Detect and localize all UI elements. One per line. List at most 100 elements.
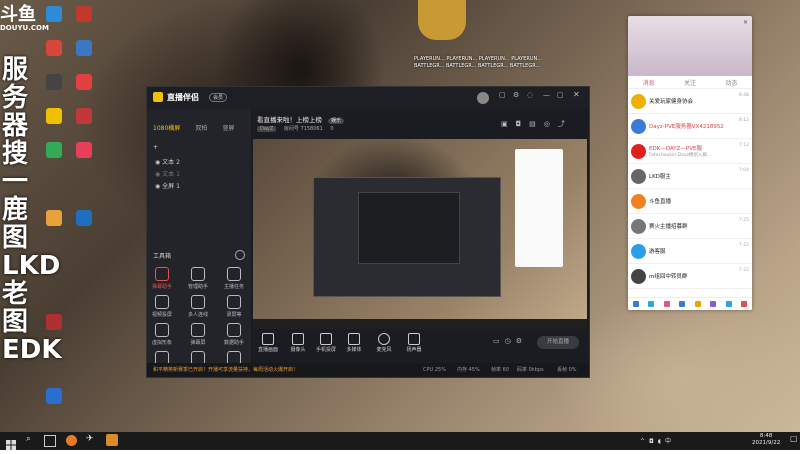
game-tag[interactable]: DayZ [257,126,277,132]
microphone-button[interactable]: 麦克风 [369,333,399,353]
contacts-icon[interactable] [648,301,655,307]
scene-item[interactable]: ◉ 文本 1 [147,169,251,181]
eye-icon[interactable]: ◉ [155,183,160,190]
taskbar-app-icon[interactable]: ✈ [86,434,94,444]
notice-text[interactable]: 和平精英新赛季已开启！开播可享流量扶持，每周活动火爆开启！ [153,367,298,373]
nested-window-inner [358,192,460,264]
speaker-button[interactable]: 扬声器 [399,333,429,353]
list-item[interactable]: EDK—DAYZ—PVE服 Fatechoukin:Dayz模组入群... 7:12 [628,139,752,164]
file-label[interactable]: BATTLEGR... [446,63,476,69]
tool-manage[interactable]: 管理助手 [187,267,209,290]
task-view-icon[interactable] [44,435,56,447]
crop-icon[interactable]: ▤ [529,120,544,128]
menu-icon[interactable] [632,301,639,307]
game-icon[interactable] [710,301,717,307]
chat-tabs: 消息 关注 动态 [628,76,752,89]
eye-icon[interactable]: ◉ [155,159,160,166]
tool-video[interactable]: 视频投屏 [151,295,173,318]
timer-icon[interactable]: ◷ [505,337,516,345]
settings-icon[interactable]: ◎ [544,120,558,128]
tab-1080[interactable]: 1080横屏 [153,125,180,132]
tab-dual[interactable]: 双拍 [195,125,207,132]
tray-icon[interactable]: ^ [640,438,649,445]
maximize-icon[interactable]: ▢ [557,91,564,99]
desktop-icon[interactable] [64,108,104,124]
input-icon[interactable]: 中 [665,438,675,445]
list-item[interactable]: 关爱玩家健身协会 8:48 [628,89,752,114]
app-icon[interactable] [741,301,748,307]
tool-danmu[interactable]: 弹幕助手 [151,267,173,290]
scene-item[interactable]: ◉ 文本 2 [147,157,251,169]
file-label[interactable]: BATTLEGR... [414,63,444,69]
room-id: 7158061 [300,126,323,132]
message-icon[interactable]: ▢ [499,91,506,99]
tool-data[interactable]: 数据助手 [223,323,245,346]
start-icon[interactable] [6,435,16,450]
file-label[interactable]: PLAYERUN... [414,56,445,62]
record-icon[interactable]: ▭ [493,337,505,345]
member-badge[interactable]: 会员 [209,93,228,102]
desktop-icon[interactable] [64,142,104,158]
notification-icon[interactable]: ▢ [790,434,798,443]
lock-icon[interactable]: ◘ [516,120,530,128]
close-icon[interactable]: ✕ [573,90,580,99]
eye-icon[interactable]: ◉ [155,171,160,178]
camera-button[interactable]: 摄像头 [283,333,313,353]
tab-feed[interactable]: 动态 [725,78,737,87]
file-label[interactable]: PLAYERUN... [479,56,510,62]
file-label[interactable]: PLAYERUN... [446,56,477,62]
desktop-icon[interactable] [64,6,104,22]
phone-cast-button[interactable]: 手机投屏 [311,333,341,353]
tool-avatar[interactable]: 虚拟形象 [151,323,173,346]
share-icon[interactable]: ⤴ [558,120,573,128]
tool-task[interactable]: 主播任务 [223,267,245,290]
list-item[interactable]: 游客服 7-22 [628,239,752,264]
close-icon[interactable]: ✕ [743,19,748,26]
scene-item[interactable]: ◉ 全屏 1 [147,181,251,193]
tool-record[interactable]: 录屏等 [223,295,245,318]
tab-follow[interactable]: 关注 [684,78,696,87]
desktop-icon[interactable] [64,40,104,56]
layout-icon[interactable]: ▣ [501,120,516,128]
start-live-button[interactable]: 开始直播 [537,336,579,349]
desktop-icon[interactable] [34,314,74,330]
add-scene-icon[interactable]: + [153,144,158,151]
tool-screen[interactable]: 弹幕屏 [187,323,209,346]
avatar[interactable] [477,92,489,104]
settings-icon[interactable]: ⚙ [516,337,527,345]
list-item[interactable]: 赛火主播招募群 7:25 [628,214,752,239]
desktop-icon[interactable] [64,74,104,90]
settings-icon[interactable]: ⚙ [513,91,519,99]
group-icon[interactable] [679,301,686,307]
media-button[interactable]: 多媒体 [339,333,369,353]
minimize-icon[interactable]: — [543,91,550,99]
list-item[interactable]: Dayz-PVE服务器VX4218952 8:12 [628,114,752,139]
file-label[interactable]: BATTLEGR... [478,63,508,69]
tool-link[interactable]: 多人连线 [187,295,209,318]
network-icon[interactable]: ◘ [649,438,658,445]
tab-messages[interactable]: 消息 [643,78,655,87]
skin-icon[interactable]: ◌ [527,91,533,99]
list-item[interactable]: m组回中转员群 7-22 [628,264,752,289]
clock[interactable]: 8:48 2021/9/22 [752,433,780,447]
gift-icon[interactable] [663,301,670,307]
cloud-icon[interactable] [725,301,732,307]
file-label[interactable]: PLAYERUN... [511,56,542,62]
conversation-name: 关爱玩家健身协会 [649,99,694,105]
tab-vertical[interactable]: 竖屏 [222,125,234,132]
taskbar-app-icon[interactable] [66,435,77,446]
search-icon[interactable]: ⌕ [26,434,31,444]
list-item[interactable]: LKD服主 7:04 [628,164,752,189]
list-item[interactable]: 斗鱼直播 [628,189,752,214]
desktop-icon[interactable] [34,388,74,404]
volume-icon[interactable]: ◖ [658,438,665,445]
tools-toggle-icon[interactable] [235,250,245,260]
taskbar-app-icon[interactable] [106,434,118,446]
scene-capture-button[interactable]: 直播画面 [253,333,283,353]
category-tag[interactable]: 娱乐 [328,118,345,124]
star-icon[interactable] [694,301,701,307]
stream-title[interactable]: 看直播来啦！上榜上榜 [257,116,322,124]
desktop-icon[interactable] [64,210,104,226]
file-label[interactable]: BATTLEGR... [510,63,540,69]
stream-preview[interactable] [253,139,587,329]
